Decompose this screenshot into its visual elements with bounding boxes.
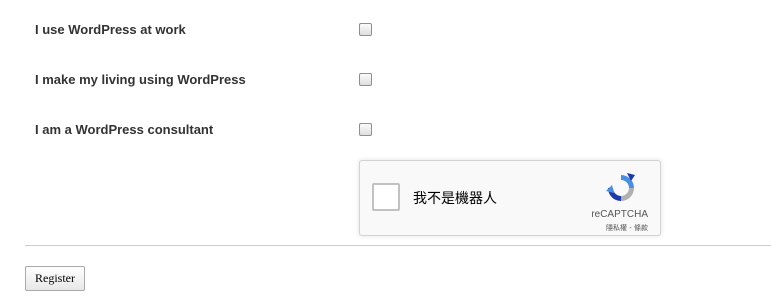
- question-row-consultant: I am a WordPress consultant: [0, 118, 771, 142]
- recaptcha-terms-link[interactable]: 條款: [634, 224, 648, 232]
- recaptcha-brand-text: reCAPTCHA: [591, 209, 648, 220]
- question-label-living: I make my living using WordPress: [35, 72, 246, 87]
- recaptcha-link-separator: -: [627, 224, 634, 232]
- question-row-living: I make my living using WordPress: [0, 68, 771, 92]
- recaptcha-privacy-link[interactable]: 隱私權: [606, 224, 627, 232]
- recaptcha-widget: 我不是機器人 reCAPTCHA 隱私權 - 條款: [359, 160, 661, 236]
- question-label-consultant: I am a WordPress consultant: [35, 122, 214, 137]
- register-button[interactable]: Register: [25, 266, 85, 291]
- form-divider: [25, 245, 771, 246]
- question-label-work: I use WordPress at work: [35, 22, 186, 37]
- checkbox-work[interactable]: [359, 23, 372, 36]
- recaptcha-footer-links: 隱私權 - 條款: [606, 223, 648, 233]
- question-row-work: I use WordPress at work: [0, 18, 771, 42]
- recaptcha-logo-icon: [606, 173, 635, 201]
- checkbox-consultant[interactable]: [359, 123, 372, 136]
- recaptcha-label: 我不是機器人: [413, 191, 497, 207]
- checkbox-living[interactable]: [359, 73, 372, 86]
- recaptcha-checkbox[interactable]: [372, 183, 400, 211]
